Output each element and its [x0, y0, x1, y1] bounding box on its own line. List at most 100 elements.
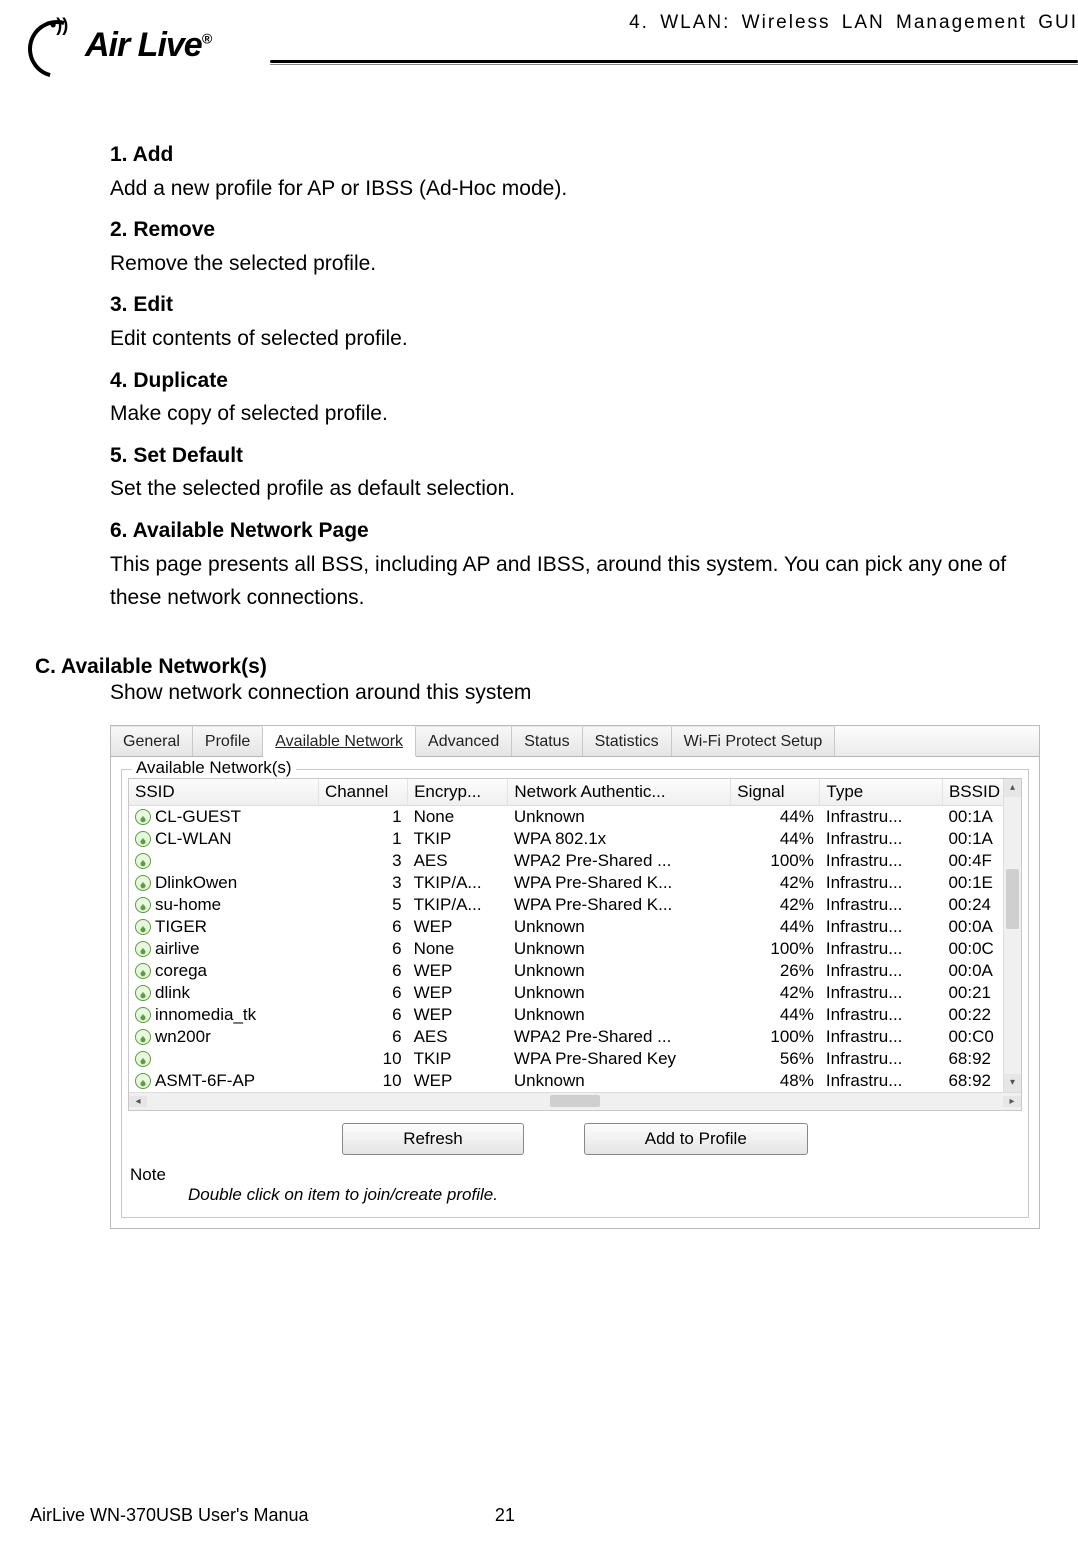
- cell: Infrastru...: [820, 960, 943, 982]
- column-header[interactable]: Type: [820, 779, 943, 806]
- scroll-right-icon[interactable]: ▸: [1003, 1096, 1021, 1107]
- logo-swoosh-icon: •)): [20, 10, 90, 80]
- ssid-label: TIGER: [155, 917, 207, 937]
- vertical-scrollbar[interactable]: ▴ ▾: [1003, 779, 1021, 1092]
- table-row[interactable]: corega6WEPUnknown26%Infrastru...00:0A: [129, 960, 1021, 982]
- cell: 6: [318, 1026, 407, 1048]
- table-row[interactable]: 3AESWPA2 Pre-Shared ...100%Infrastru...0…: [129, 850, 1021, 872]
- hscroll-thumb[interactable]: [550, 1095, 600, 1107]
- cell: 10: [318, 1070, 407, 1092]
- tab-statistics[interactable]: Statistics: [583, 726, 672, 756]
- wifi-icon: [135, 853, 151, 869]
- horizontal-scrollbar[interactable]: ◂ ▸: [129, 1092, 1021, 1110]
- cell: Unknown: [508, 1004, 731, 1026]
- cell: AES: [408, 850, 508, 872]
- table-row[interactable]: wn200r6AESWPA2 Pre-Shared ...100%Infrast…: [129, 1026, 1021, 1048]
- wifi-icon: [135, 1007, 151, 1023]
- cell: 100%: [731, 1026, 820, 1048]
- cell: None: [408, 805, 508, 828]
- registered-icon: ®: [202, 30, 211, 46]
- item-title-3: 3. Edit: [110, 288, 1063, 322]
- ssid-label: corega: [155, 961, 207, 981]
- refresh-button[interactable]: Refresh: [342, 1123, 524, 1155]
- table-row[interactable]: airlive6NoneUnknown100%Infrastru...00:0C: [129, 938, 1021, 960]
- table-row[interactable]: TIGER6WEPUnknown44%Infrastru...00:0A: [129, 916, 1021, 938]
- cell: 26%: [731, 960, 820, 982]
- wifi-icon: [135, 809, 151, 825]
- table-row[interactable]: ASMT-6F-AP10WEPUnknown48%Infrastru...68:…: [129, 1070, 1021, 1092]
- ssid-label: ASMT-6F-AP: [155, 1071, 255, 1091]
- logo-text: Air Live: [85, 26, 202, 64]
- tab-status[interactable]: Status: [512, 726, 582, 756]
- cell: WEP: [408, 1004, 508, 1026]
- note-label: Note: [130, 1165, 1022, 1185]
- column-header[interactable]: Encryp...: [408, 779, 508, 806]
- scroll-down-icon[interactable]: ▾: [1004, 1074, 1021, 1092]
- scroll-thumb[interactable]: [1006, 869, 1019, 929]
- item-desc-5: Set the selected profile as default sele…: [110, 472, 1063, 506]
- header-divider: [270, 60, 1078, 63]
- cell: 6: [318, 960, 407, 982]
- section-c-desc: Show network connection around this syst…: [110, 681, 1063, 705]
- cell: 44%: [731, 1004, 820, 1026]
- column-header[interactable]: Signal: [731, 779, 820, 806]
- scroll-left-icon[interactable]: ◂: [129, 1096, 147, 1107]
- cell: None: [408, 938, 508, 960]
- cell: Infrastru...: [820, 916, 943, 938]
- wlan-manager-window: GeneralProfileAvailable NetworkAdvancedS…: [110, 725, 1040, 1229]
- table-row[interactable]: 10TKIPWPA Pre-Shared Key56%Infrastru...6…: [129, 1048, 1021, 1070]
- cell: 56%: [731, 1048, 820, 1070]
- tab-profile[interactable]: Profile: [193, 726, 263, 756]
- chapter-title: 4. WLAN: Wireless LAN Management GUI: [629, 12, 1078, 34]
- add-to-profile-button[interactable]: Add to Profile: [584, 1123, 808, 1155]
- tab-wi-fi-protect-setup[interactable]: Wi-Fi Protect Setup: [672, 726, 836, 756]
- cell: TKIP/A...: [408, 872, 508, 894]
- item-desc-1: Add a new profile for AP or IBSS (Ad-Hoc…: [110, 172, 1063, 206]
- groupbox-label: Available Network(s): [132, 758, 296, 778]
- cell: Unknown: [508, 960, 731, 982]
- scroll-up-icon[interactable]: ▴: [1004, 779, 1021, 797]
- cell: 1: [318, 828, 407, 850]
- cell: WPA Pre-Shared Key: [508, 1048, 731, 1070]
- ssid-label: airlive: [155, 939, 199, 959]
- cell: WPA 802.1x: [508, 828, 731, 850]
- cell: Infrastru...: [820, 1026, 943, 1048]
- wifi-icon: [135, 1051, 151, 1067]
- tab-advanced[interactable]: Advanced: [416, 726, 512, 756]
- table-row[interactable]: su-home5TKIP/A...WPA Pre-Shared K...42%I…: [129, 894, 1021, 916]
- cell: 6: [318, 982, 407, 1004]
- item-desc-3: Edit contents of selected profile.: [110, 322, 1063, 356]
- tab-available-network[interactable]: Available Network: [263, 726, 416, 757]
- cell: 42%: [731, 872, 820, 894]
- cell: WEP: [408, 1070, 508, 1092]
- item-desc-4: Make copy of selected profile.: [110, 397, 1063, 431]
- column-header[interactable]: SSID: [129, 779, 318, 806]
- table-row[interactable]: dlink6WEPUnknown42%Infrastru...00:21: [129, 982, 1021, 1004]
- table-row[interactable]: CL-GUEST1NoneUnknown44%Infrastru...00:1A: [129, 805, 1021, 828]
- networks-table[interactable]: SSIDChannelEncryp...Network Authentic...…: [129, 779, 1021, 1092]
- cell: 5: [318, 894, 407, 916]
- table-row[interactable]: innomedia_tk6WEPUnknown44%Infrastru...00…: [129, 1004, 1021, 1026]
- wifi-icon: [135, 1073, 151, 1089]
- cell: Unknown: [508, 982, 731, 1004]
- tab-strip: GeneralProfileAvailable NetworkAdvancedS…: [111, 726, 1039, 757]
- cell: Infrastru...: [820, 828, 943, 850]
- column-header[interactable]: Network Authentic...: [508, 779, 731, 806]
- column-header[interactable]: Channel: [318, 779, 407, 806]
- cell: WPA2 Pre-Shared ...: [508, 850, 731, 872]
- item-title-6: 6. Available Network Page: [110, 514, 1063, 548]
- cell: Infrastru...: [820, 982, 943, 1004]
- cell: Unknown: [508, 1070, 731, 1092]
- table-row[interactable]: DlinkOwen3TKIP/A...WPA Pre-Shared K...42…: [129, 872, 1021, 894]
- item-title-4: 4. Duplicate: [110, 364, 1063, 398]
- tab-general[interactable]: General: [111, 726, 193, 756]
- footer-manual: AirLive WN-370USB User's Manua: [30, 1505, 309, 1526]
- wifi-icon: [135, 831, 151, 847]
- ssid-label: wn200r: [155, 1027, 211, 1047]
- item-desc-6: This page presents all BSS, including AP…: [110, 548, 1063, 615]
- wifi-icon: [135, 875, 151, 891]
- cell: WPA Pre-Shared K...: [508, 894, 731, 916]
- table-row[interactable]: CL-WLAN1TKIPWPA 802.1x44%Infrastru...00:…: [129, 828, 1021, 850]
- cell: 6: [318, 916, 407, 938]
- ssid-label: dlink: [155, 983, 190, 1003]
